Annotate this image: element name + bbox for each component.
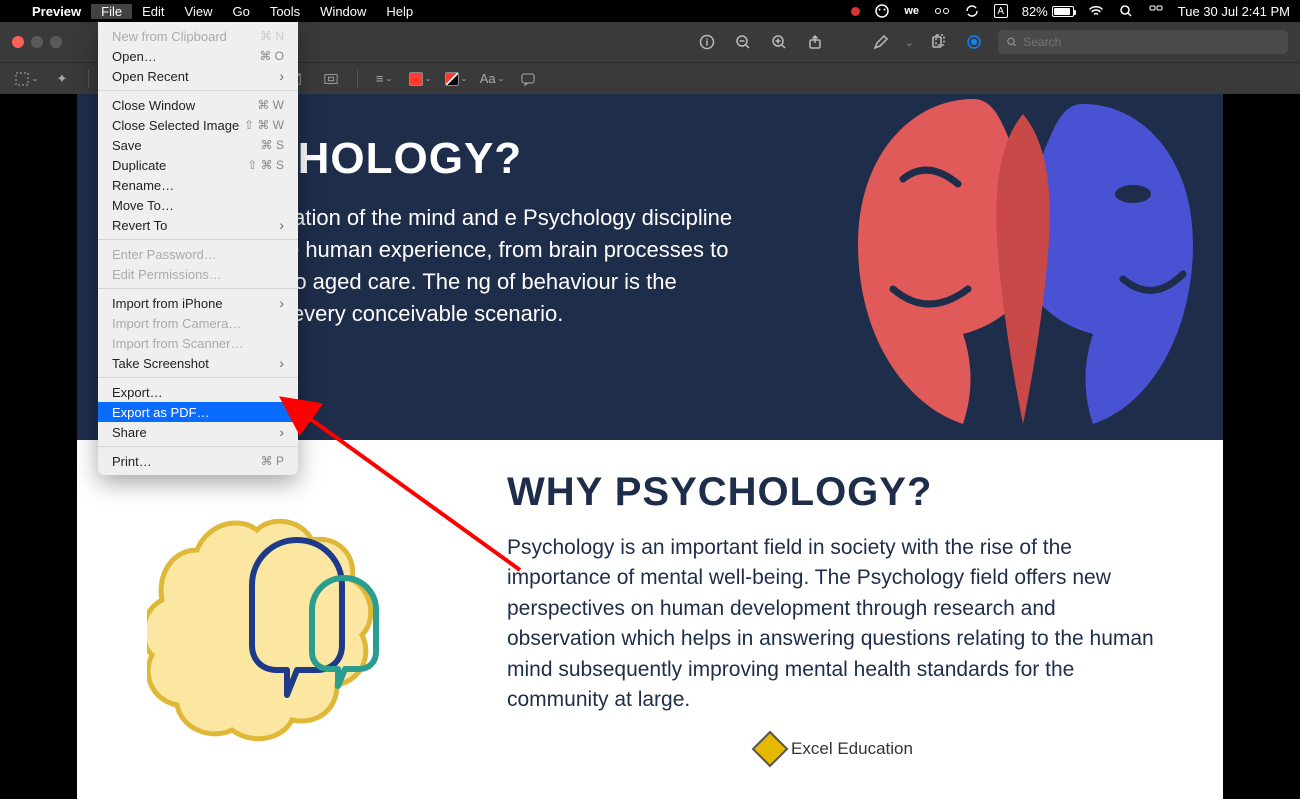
- menu-edit[interactable]: Edit: [132, 4, 174, 19]
- border-color-icon[interactable]: ⌄: [406, 67, 434, 91]
- menu-item-enter-password: Enter Password…: [98, 244, 298, 264]
- adjust-size-icon[interactable]: [317, 67, 345, 91]
- spotlight-icon[interactable]: [1118, 3, 1134, 19]
- why-section: WHY PSYCHOLOGY? Psychology is an importa…: [77, 440, 1223, 762]
- search-icon: [1006, 36, 1017, 48]
- annotate-icon[interactable]: [514, 67, 542, 91]
- menu-item-save[interactable]: Save⌘ S: [98, 135, 298, 155]
- menu-item-print[interactable]: Print…⌘ P: [98, 451, 298, 471]
- instant-alpha-icon[interactable]: ✦: [48, 67, 76, 91]
- text-style-icon[interactable]: Aa⌄: [478, 67, 506, 91]
- battery-percent-label: 82%: [1022, 4, 1048, 19]
- menubar-extra-icon-1[interactable]: [874, 3, 890, 19]
- menu-item-take-screenshot[interactable]: Take Screenshot: [98, 353, 298, 373]
- menu-item-duplicate[interactable]: Duplicate⇧ ⌘ S: [98, 155, 298, 175]
- wifi-icon[interactable]: [1088, 3, 1104, 19]
- menu-file[interactable]: File: [91, 4, 132, 19]
- menu-help[interactable]: Help: [376, 4, 423, 19]
- share-icon[interactable]: [803, 30, 827, 54]
- menu-item-open[interactable]: Open…⌘ O: [98, 46, 298, 66]
- edu-attribution: Excel Education: [507, 736, 1163, 762]
- menu-item-move-to[interactable]: Move To…: [98, 195, 298, 215]
- fill-color-icon[interactable]: ⌄: [442, 67, 470, 91]
- menubar-extra-icon-3[interactable]: [934, 3, 950, 19]
- rotate-icon[interactable]: [926, 30, 950, 54]
- menu-separator: [98, 446, 298, 447]
- status-recording-icon[interactable]: [851, 7, 860, 16]
- menu-separator: [98, 239, 298, 240]
- close-window-button[interactable]: [12, 36, 24, 48]
- why-title: WHY PSYCHOLOGY?: [507, 470, 1163, 515]
- edu-label: Excel Education: [791, 739, 913, 759]
- menu-item-revert-to[interactable]: Revert To: [98, 215, 298, 235]
- menu-separator: [98, 90, 298, 91]
- file-menu-dropdown: New from Clipboard⌘ NOpen…⌘ OOpen Recent…: [98, 22, 298, 475]
- brain-illustration: [147, 470, 467, 760]
- menu-item-new-from-clipboard: New from Clipboard⌘ N: [98, 26, 298, 46]
- menu-separator: [98, 377, 298, 378]
- menu-item-close-window[interactable]: Close Window⌘ W: [98, 95, 298, 115]
- menu-separator: [98, 288, 298, 289]
- menu-item-close-selected-image[interactable]: Close Selected Image⇧ ⌘ W: [98, 115, 298, 135]
- menu-window[interactable]: Window: [310, 4, 376, 19]
- battery-icon: [1052, 6, 1074, 17]
- menu-item-rename[interactable]: Rename…: [98, 175, 298, 195]
- menubar-refresh-icon[interactable]: [964, 3, 980, 19]
- menu-item-import-from-camera: Import from Camera…: [98, 313, 298, 333]
- menu-item-open-recent[interactable]: Open Recent: [98, 66, 298, 86]
- window-controls: [12, 36, 62, 48]
- menu-view[interactable]: View: [175, 4, 223, 19]
- faces-illustration: [823, 94, 1203, 444]
- app-name[interactable]: Preview: [22, 4, 91, 19]
- fullscreen-window-button[interactable]: [50, 36, 62, 48]
- menu-item-import-from-iphone[interactable]: Import from iPhone: [98, 293, 298, 313]
- menu-item-share[interactable]: Share: [98, 422, 298, 442]
- border-style-icon[interactable]: ≡⌄: [370, 67, 398, 91]
- zoom-in-icon[interactable]: [767, 30, 791, 54]
- markup-chevron-icon[interactable]: ⌄: [905, 36, 914, 49]
- highlight-icon[interactable]: [962, 30, 986, 54]
- zoom-out-icon[interactable]: [731, 30, 755, 54]
- info-icon[interactable]: [695, 30, 719, 54]
- search-field[interactable]: [998, 30, 1288, 54]
- search-input[interactable]: [1023, 35, 1280, 49]
- menu-tools[interactable]: Tools: [260, 4, 310, 19]
- minimize-window-button[interactable]: [31, 36, 43, 48]
- control-center-icon[interactable]: [1148, 3, 1164, 19]
- menu-go[interactable]: Go: [222, 4, 259, 19]
- menu-item-edit-permissions: Edit Permissions…: [98, 264, 298, 284]
- datetime-label[interactable]: Tue 30 Jul 2:41 PM: [1178, 4, 1290, 19]
- markup-pencil-icon[interactable]: [869, 30, 893, 54]
- menubar-extra-icon-2[interactable]: we: [904, 3, 920, 19]
- battery-status[interactable]: 82%: [1022, 4, 1074, 19]
- menu-item-import-from-scanner: Import from Scanner…: [98, 333, 298, 353]
- why-body: Psychology is an important field in soci…: [507, 533, 1163, 716]
- input-source-icon[interactable]: A: [994, 4, 1008, 18]
- selection-tool-icon[interactable]: ⌄: [12, 67, 40, 91]
- edu-logo-icon: [752, 730, 789, 767]
- menu-item-export[interactable]: Export…: [98, 382, 298, 402]
- system-menubar: Preview FileEditViewGoToolsWindowHelp we…: [0, 0, 1300, 22]
- menu-item-export-as-pdf[interactable]: Export as PDF…: [98, 402, 298, 422]
